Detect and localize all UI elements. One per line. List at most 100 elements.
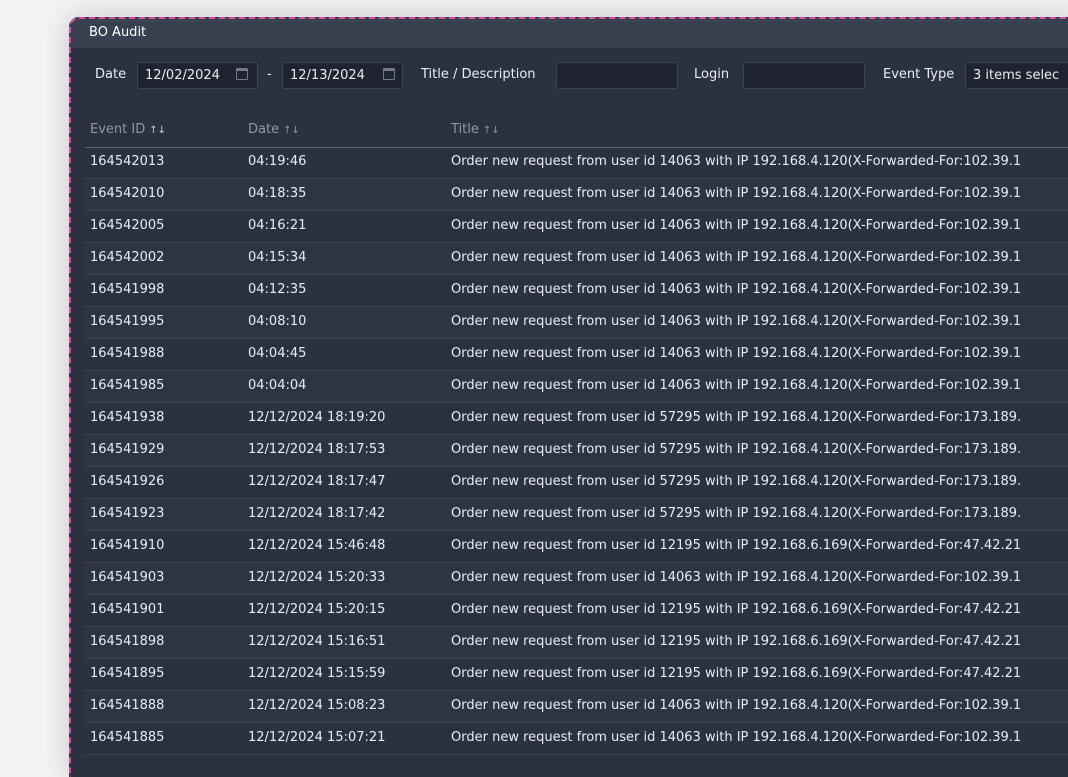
table-row[interactable]: 164541923 12/12/2024 18:17:42 Order new re… — [85, 499, 1068, 531]
login-input[interactable] — [743, 62, 865, 89]
title-cell: Order new request from user id 14063 wit… — [451, 698, 1022, 713]
title-cell: Order new request from user id 14063 wit… — [451, 378, 1022, 393]
date-to-value: 12/13/2024 — [290, 68, 365, 83]
date-cell: 12/12/2024 15:20:33 — [248, 570, 386, 585]
event-id-cell: 164542010 — [90, 186, 165, 201]
event-id-cell: 164541898 — [90, 634, 165, 649]
table-body: 164542013 04:19:46 Order new request from … — [85, 147, 1068, 755]
title-cell: Order new request from user id 57295 wit… — [451, 506, 1022, 521]
window-title: BO Audit — [69, 17, 1068, 48]
date-cell: 12/12/2024 15:07:21 — [248, 730, 386, 745]
title-description-label: Title / Description — [421, 67, 536, 82]
date-cell: 12/12/2024 15:20:15 — [248, 602, 386, 617]
date-cell: 04:04:45 — [248, 346, 307, 361]
title-cell: Order new request from user id 12195 wit… — [451, 666, 1022, 681]
table-row[interactable]: 164541888 12/12/2024 15:08:23 Order new re… — [85, 691, 1068, 723]
title-cell: Order new request from user id 12195 wit… — [451, 634, 1022, 649]
event-id-cell: 164541923 — [90, 506, 165, 521]
event-id-cell: 164541901 — [90, 602, 165, 617]
filter-bar: Date 12/02/2024 - 12/13/2024 Title / Des… — [69, 48, 1068, 104]
event-id-cell: 164541903 — [90, 570, 165, 585]
title-cell: Order new request from user id 12195 wit… — [451, 538, 1022, 553]
column-label: Date — [248, 122, 280, 137]
table-row[interactable]: 164541926 12/12/2024 18:17:47 Order new re… — [85, 467, 1068, 499]
sort-icon[interactable]: ↑↓ — [149, 125, 166, 136]
date-cell: 04:16:21 — [248, 218, 307, 233]
bo-audit-window: BO Audit Date 12/02/2024 - 12/13/2024 Ti… — [69, 17, 1068, 777]
date-cell: 12/12/2024 18:17:47 — [248, 474, 386, 489]
table-row[interactable]: 164542013 04:19:46 Order new request from … — [85, 147, 1068, 179]
date-cell: 04:12:35 — [248, 282, 307, 297]
event-id-cell: 164541985 — [90, 378, 165, 393]
column-header-date[interactable]: Date ↑↓ — [248, 122, 300, 137]
sort-icon[interactable]: ↑↓ — [283, 125, 300, 136]
date-cell: 12/12/2024 15:15:59 — [248, 666, 386, 681]
table-row[interactable]: 164541910 12/12/2024 15:46:48 Order new re… — [85, 531, 1068, 563]
title-cell: Order new request from user id 14063 wit… — [451, 186, 1022, 201]
event-id-cell: 164541910 — [90, 538, 165, 553]
table-row[interactable]: 164541895 12/12/2024 15:15:59 Order new re… — [85, 659, 1068, 691]
title-cell: Order new request from user id 57295 wit… — [451, 474, 1022, 489]
date-cell: 12/12/2024 18:17:42 — [248, 506, 386, 521]
title-cell: Order new request from user id 14063 wit… — [451, 314, 1022, 329]
table-row[interactable]: 164541929 12/12/2024 18:17:53 Order new re… — [85, 435, 1068, 467]
login-label: Login — [694, 67, 730, 82]
event-id-cell: 164541885 — [90, 730, 165, 745]
date-cell: 12/12/2024 15:46:48 — [248, 538, 386, 553]
title-cell: Order new request from user id 57295 wit… — [451, 410, 1022, 425]
date-from-value: 12/02/2024 — [145, 68, 220, 83]
table-row[interactable]: 164541901 12/12/2024 15:20:15 Order new re… — [85, 595, 1068, 627]
date-cell: 12/12/2024 18:17:53 — [248, 442, 386, 457]
column-label: Title — [451, 122, 479, 137]
title-cell: Order new request from user id 57295 wit… — [451, 442, 1022, 457]
event-id-cell: 164541895 — [90, 666, 165, 681]
title-cell: Order new request from user id 14063 wit… — [451, 346, 1022, 361]
title-description-input[interactable] — [556, 62, 678, 89]
event-id-cell: 164541938 — [90, 410, 165, 425]
table-row[interactable]: 164541985 04:04:04 Order new request from … — [85, 371, 1068, 403]
title-cell: Order new request from user id 12195 wit… — [451, 602, 1022, 617]
column-label: Event ID — [90, 122, 146, 137]
table-row[interactable]: 164541898 12/12/2024 15:16:51 Order new re… — [85, 627, 1068, 659]
table-header: Event ID ↑↓ Date ↑↓ Title ↑↓ — [85, 114, 1068, 148]
date-label: Date — [95, 67, 127, 82]
event-id-cell: 164542013 — [90, 154, 165, 169]
date-cell: 12/12/2024 15:08:23 — [248, 698, 386, 713]
table-row[interactable]: 164541938 12/12/2024 18:19:20 Order new re… — [85, 403, 1068, 435]
table-row[interactable]: 164541903 12/12/2024 15:20:33 Order new re… — [85, 563, 1068, 595]
column-header-title[interactable]: Title ↑↓ — [451, 122, 500, 137]
title-cell: Order new request from user id 14063 wit… — [451, 282, 1022, 297]
event-id-cell: 164541926 — [90, 474, 165, 489]
table-row[interactable]: 164542002 04:15:34 Order new request from … — [85, 243, 1068, 275]
date-to-input[interactable]: 12/13/2024 — [282, 62, 403, 89]
title-cell: Order new request from user id 14063 wit… — [451, 570, 1022, 585]
date-cell: 04:15:34 — [248, 250, 307, 265]
date-cell: 12/12/2024 15:16:51 — [248, 634, 386, 649]
title-cell: Order new request from user id 14063 wit… — [451, 218, 1022, 233]
event-id-cell: 164541998 — [90, 282, 165, 297]
event-id-cell: 164541988 — [90, 346, 165, 361]
date-cell: 04:08:10 — [248, 314, 307, 329]
table-row[interactable]: 164541885 12/12/2024 15:07:21 Order new re… — [85, 723, 1068, 755]
table-row[interactable]: 164541988 04:04:45 Order new request from … — [85, 339, 1068, 371]
sort-icon[interactable]: ↑↓ — [483, 125, 500, 136]
table-row[interactable]: 164541998 04:12:35 Order new request from … — [85, 275, 1068, 307]
title-cell: Order new request from user id 14063 wit… — [451, 730, 1022, 745]
column-header-event-id[interactable]: Event ID ↑↓ — [90, 122, 166, 137]
calendar-icon[interactable] — [383, 68, 395, 80]
event-id-cell: 164542002 — [90, 250, 165, 265]
date-cell: 12/12/2024 18:19:20 — [248, 410, 386, 425]
table-row[interactable]: 164541995 04:08:10 Order new request from … — [85, 307, 1068, 339]
event-type-select[interactable]: 3 items selec — [965, 62, 1068, 89]
event-id-cell: 164541929 — [90, 442, 165, 457]
table-row[interactable]: 164542010 04:18:35 Order new request from … — [85, 179, 1068, 211]
date-from-input[interactable]: 12/02/2024 — [137, 62, 258, 89]
title-cell: Order new request from user id 14063 wit… — [451, 154, 1022, 169]
date-cell: 04:04:04 — [248, 378, 307, 393]
date-cell: 04:18:35 — [248, 186, 307, 201]
event-id-cell: 164541995 — [90, 314, 165, 329]
calendar-icon[interactable] — [236, 68, 248, 80]
date-cell: 04:19:46 — [248, 154, 307, 169]
event-type-label: Event Type — [883, 67, 955, 82]
table-row[interactable]: 164542005 04:16:21 Order new request from … — [85, 211, 1068, 243]
